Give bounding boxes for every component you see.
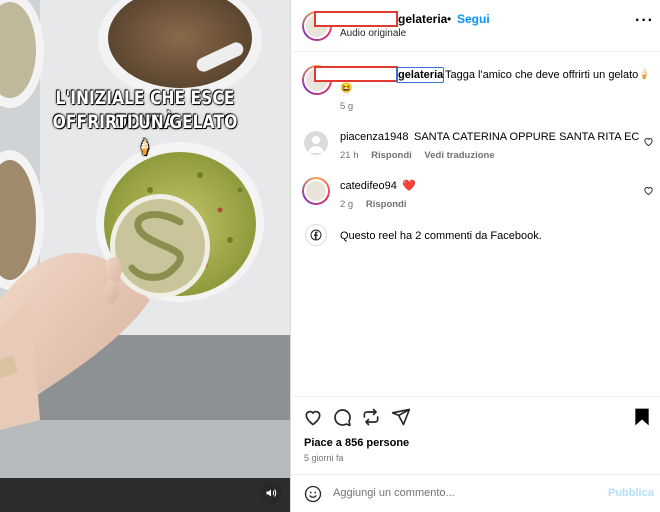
mute-button[interactable] bbox=[260, 482, 282, 504]
post-header: gelateria • Segui Audio originale ··· bbox=[291, 0, 660, 52]
default-user-icon bbox=[308, 136, 324, 153]
likes-count[interactable]: Piace a 856 persone bbox=[304, 437, 409, 449]
reply-button[interactable]: Rispondi bbox=[371, 150, 412, 161]
comment-username[interactable]: piacenza1948 bbox=[340, 131, 409, 143]
like-heart-icon[interactable] bbox=[303, 407, 323, 427]
comment-composer: Pubblica bbox=[291, 474, 660, 512]
redaction-box bbox=[314, 66, 398, 82]
caption-emoji: 😆 bbox=[340, 83, 353, 94]
comment-meta: 21 h Rispondi Vedi traduzione bbox=[340, 150, 495, 161]
comment-meta: 2 g Rispondi bbox=[340, 199, 407, 210]
caption-time: 5 g bbox=[340, 101, 354, 112]
publish-button[interactable]: Pubblica bbox=[608, 487, 654, 499]
follow-button[interactable]: Segui bbox=[457, 12, 490, 26]
overlay-line2-text: OFFRIRTI UN GELATO bbox=[52, 111, 238, 133]
ice-cream-emoji: 🍦 bbox=[137, 138, 153, 156]
author-username[interactable]: gelateria bbox=[398, 12, 447, 26]
post-details-panel: gelateria • Segui Audio originale ··· ge… bbox=[290, 0, 660, 512]
comment-username[interactable]: catedifeo94 bbox=[340, 180, 397, 192]
like-comment-heart-icon[interactable] bbox=[643, 185, 654, 196]
caption-username[interactable]: gelateria bbox=[398, 69, 443, 81]
facebook-logo bbox=[310, 229, 322, 241]
header-separator: • bbox=[447, 12, 452, 26]
video-frame bbox=[0, 0, 290, 512]
comment-bubble-icon[interactable] bbox=[332, 407, 352, 427]
action-bar bbox=[291, 396, 660, 436]
emoji-smiley-icon[interactable] bbox=[304, 485, 322, 503]
more-options-button[interactable]: ··· bbox=[635, 12, 654, 30]
comment-user-text[interactable]: piacenza1948 bbox=[340, 131, 409, 143]
comment-text: SANTA CATERINA OPPURE SANTA RITA EC bbox=[414, 131, 640, 143]
share-send-icon[interactable] bbox=[391, 407, 411, 427]
comment-avatar[interactable] bbox=[302, 177, 330, 205]
save-bookmark-icon[interactable] bbox=[633, 407, 651, 427]
speaker-icon bbox=[266, 489, 277, 497]
comment-input[interactable] bbox=[333, 487, 593, 499]
repost-icon[interactable] bbox=[361, 407, 381, 427]
reel-video[interactable]: L'INIZIALE CHE ESCE DOVRÀ OFFRIRTI UN GE… bbox=[0, 0, 290, 512]
caption-text: Tagga l'amico che deve offrirti un gelat… bbox=[445, 69, 639, 81]
facebook-icon bbox=[305, 224, 327, 246]
audio-label[interactable]: Audio originale bbox=[340, 28, 406, 39]
like-comment-heart-icon[interactable] bbox=[643, 136, 654, 147]
translate-button[interactable]: Vedi traduzione bbox=[424, 150, 494, 161]
caption-emoji: 🍦 bbox=[638, 69, 651, 80]
comment-avatar[interactable] bbox=[304, 131, 328, 155]
post-age: 5 giorni fa bbox=[304, 453, 344, 463]
reply-button[interactable]: Rispondi bbox=[366, 199, 407, 210]
redaction-box bbox=[314, 11, 398, 27]
comment-time: 21 h bbox=[340, 150, 359, 161]
comment-time: 2 g bbox=[340, 199, 354, 210]
facebook-comments-note[interactable]: Questo reel ha 2 commenti da Facebook. bbox=[340, 230, 542, 242]
comment-text: ❤️ bbox=[402, 180, 416, 192]
video-overlay-line2: OFFRIRTI UN GELATO 🍦 bbox=[43, 110, 248, 159]
